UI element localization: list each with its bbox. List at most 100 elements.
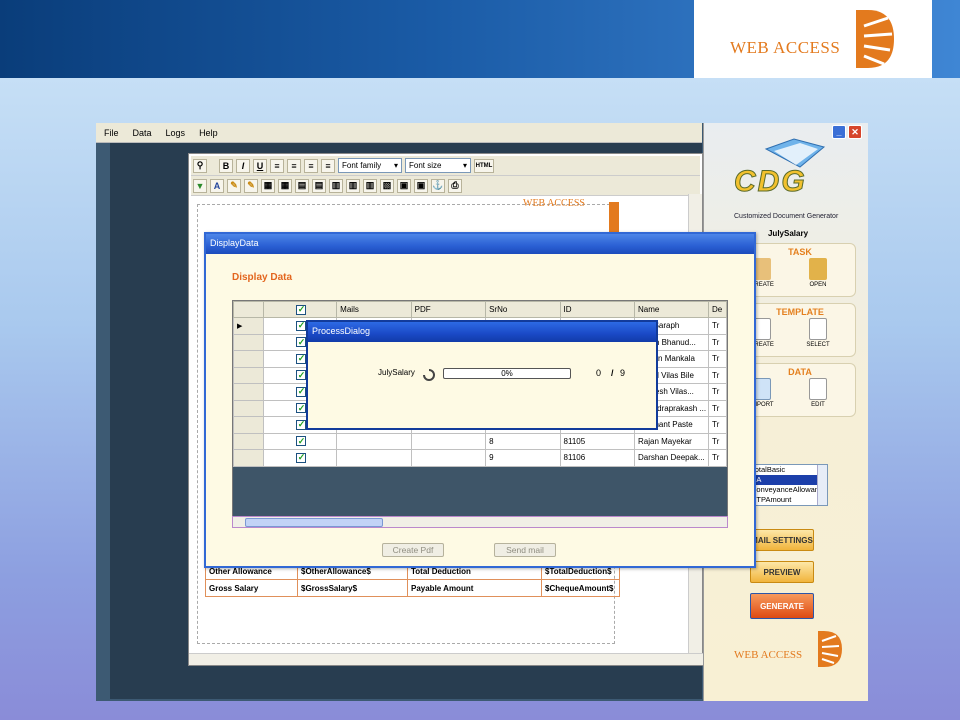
open-task-icon[interactable] <box>809 258 827 280</box>
dept-cell: Tr <box>707 383 727 401</box>
print-icon[interactable]: ⎙ <box>448 178 462 193</box>
insert-icon[interactable]: ▼ <box>193 178 207 193</box>
close-icon[interactable]: ✕ <box>848 125 862 139</box>
check-icon[interactable]: ✓ <box>296 304 307 315</box>
align-right-icon[interactable]: ≡ <box>304 158 318 173</box>
grid-cell: Gross Salary <box>205 579 298 597</box>
row-header <box>233 416 264 434</box>
check-icon[interactable]: ✓ <box>296 320 307 331</box>
table-props-icon[interactable]: ▦ <box>278 178 292 193</box>
row-checkbox[interactable]: ✓ <box>262 432 338 450</box>
justify-icon[interactable]: ≡ <box>321 158 335 173</box>
table-row: Gross Salary $GrossSalary$ Payable Amoun… <box>205 579 620 597</box>
name-cell: Darshan Deepak... <box>634 449 709 467</box>
underline-button[interactable]: U <box>253 158 267 173</box>
insert-col-icon[interactable]: ▥ <box>346 178 360 193</box>
image-icon[interactable]: ▣ <box>397 178 411 193</box>
delete-row-icon[interactable]: ▤ <box>312 178 326 193</box>
grid-horizontal-scrollbar[interactable] <box>232 516 728 528</box>
menu-bar: File Data Logs Help <box>96 123 702 143</box>
edit-data-icon[interactable] <box>809 378 827 400</box>
list-item[interactable]: ConveyanceAllowance <box>745 485 827 495</box>
pdf-cell <box>410 449 487 467</box>
generate-button[interactable]: GENERATE <box>750 593 814 619</box>
select-template-icon[interactable] <box>809 318 827 340</box>
column-header[interactable]: SrNo <box>485 301 561 318</box>
mail-settings-button[interactable]: MAIL SETTINGS <box>750 529 814 551</box>
select-all-checkbox-header[interactable]: ✓ <box>262 301 338 318</box>
display-data-heading: Display Data <box>232 272 293 283</box>
html-button[interactable]: HTML <box>474 158 494 173</box>
open-task-label[interactable]: OPEN <box>803 282 833 288</box>
column-header[interactable]: ID <box>559 301 636 318</box>
scrollbar-thumb[interactable] <box>245 518 383 527</box>
list-item[interactable]: TotalBasic <box>745 465 827 475</box>
cdg-logo: CDG <box>734 165 807 199</box>
list-item[interactable]: HTPAmount <box>745 495 827 505</box>
check-icon[interactable]: ✓ <box>296 353 307 364</box>
table-row[interactable]: ✓ 8 81105 Rajan Mayekar Tr <box>233 432 727 450</box>
find-icon[interactable]: ⚲ <box>193 158 207 173</box>
font-family-select[interactable]: Font family ▾ <box>338 158 402 173</box>
field-list-scrollbar[interactable] <box>817 465 827 505</box>
align-center-icon[interactable]: ≡ <box>287 158 301 173</box>
merge-cell-icon[interactable]: ▧ <box>380 178 394 193</box>
brand-mark-icon <box>856 10 894 68</box>
check-icon[interactable]: ✓ <box>296 370 307 381</box>
menu-help[interactable]: Help <box>199 128 218 138</box>
check-icon[interactable]: ✓ <box>296 452 307 463</box>
data-panel-title: DATA <box>788 367 812 377</box>
progress-done: 0 <box>596 368 602 378</box>
create-pdf-button[interactable]: Create Pdf <box>382 543 444 557</box>
brand-name: WEB ACCESS <box>730 38 841 57</box>
dept-cell: Tr <box>707 333 727 351</box>
grid-cell: $GrossSalary$ <box>297 579 408 597</box>
column-header[interactable]: Mails <box>336 301 412 318</box>
italic-button[interactable]: I <box>236 158 250 173</box>
select-template-label[interactable]: SELECT <box>803 342 833 348</box>
column-header[interactable]: Name <box>634 301 709 318</box>
send-mail-button[interactable]: Send mail <box>494 543 556 557</box>
column-header[interactable]: De <box>707 301 727 318</box>
bold-button[interactable]: B <box>219 158 233 173</box>
window-controls: _ ✕ <box>832 125 862 139</box>
editor-horizontal-scrollbar[interactable] <box>189 653 704 665</box>
check-icon[interactable]: ✓ <box>296 337 307 348</box>
column-header[interactable]: PDF <box>410 301 487 318</box>
menu-file[interactable]: File <box>104 128 119 138</box>
highlight-icon[interactable]: ✎ <box>227 178 241 193</box>
minimize-icon[interactable]: _ <box>832 125 846 139</box>
field-list[interactable]: TotalBasic DA ConveyanceAllowance HTPAmo… <box>744 464 828 506</box>
template-panel: TEMPLATE CREATE SELECT <box>744 303 856 357</box>
progress-total: 9 <box>620 368 626 378</box>
insert-row-icon[interactable]: ▤ <box>295 178 309 193</box>
check-icon[interactable]: ✓ <box>296 436 307 447</box>
media-icon[interactable]: ▣ <box>414 178 428 193</box>
align-left-icon[interactable]: ≡ <box>270 158 284 173</box>
column-header <box>233 301 264 318</box>
preview-button[interactable]: PREVIEW <box>750 561 814 583</box>
split-cell-icon[interactable]: ▥ <box>329 178 343 193</box>
sidebar-brand-mark-icon <box>818 631 842 667</box>
delete-col-icon[interactable]: ▥ <box>363 178 377 193</box>
progress-row: JulySalary 0% 0 / 9 <box>308 366 656 382</box>
menu-logs[interactable]: Logs <box>166 128 186 138</box>
menu-data[interactable]: Data <box>133 128 152 138</box>
edit-data-label[interactable]: EDIT <box>803 402 833 408</box>
font-size-select[interactable]: Font size ▾ <box>405 158 471 173</box>
anchor-icon[interactable]: ⚓ <box>431 178 445 193</box>
grid-cell: $ChequeAmount$ <box>541 579 620 597</box>
check-icon[interactable]: ✓ <box>296 386 307 397</box>
row-checkbox[interactable]: ✓ <box>262 449 338 467</box>
chevron-down-icon: ▾ <box>393 161 398 170</box>
list-item[interactable]: DA <box>745 475 827 485</box>
task-panel-title: TASK <box>788 247 812 257</box>
table-icon[interactable]: ▦ <box>261 178 275 193</box>
font-color-icon[interactable]: A <box>210 178 224 193</box>
srno-cell: 9 <box>485 449 561 467</box>
check-icon[interactable]: ✓ <box>296 403 307 414</box>
edit-icon[interactable]: ✎ <box>244 178 258 193</box>
data-panel: DATA IMPORT EDIT <box>744 363 856 417</box>
table-row[interactable]: ✓ 9 81106 Darshan Deepak... Tr <box>233 449 727 467</box>
check-icon[interactable]: ✓ <box>296 419 307 430</box>
